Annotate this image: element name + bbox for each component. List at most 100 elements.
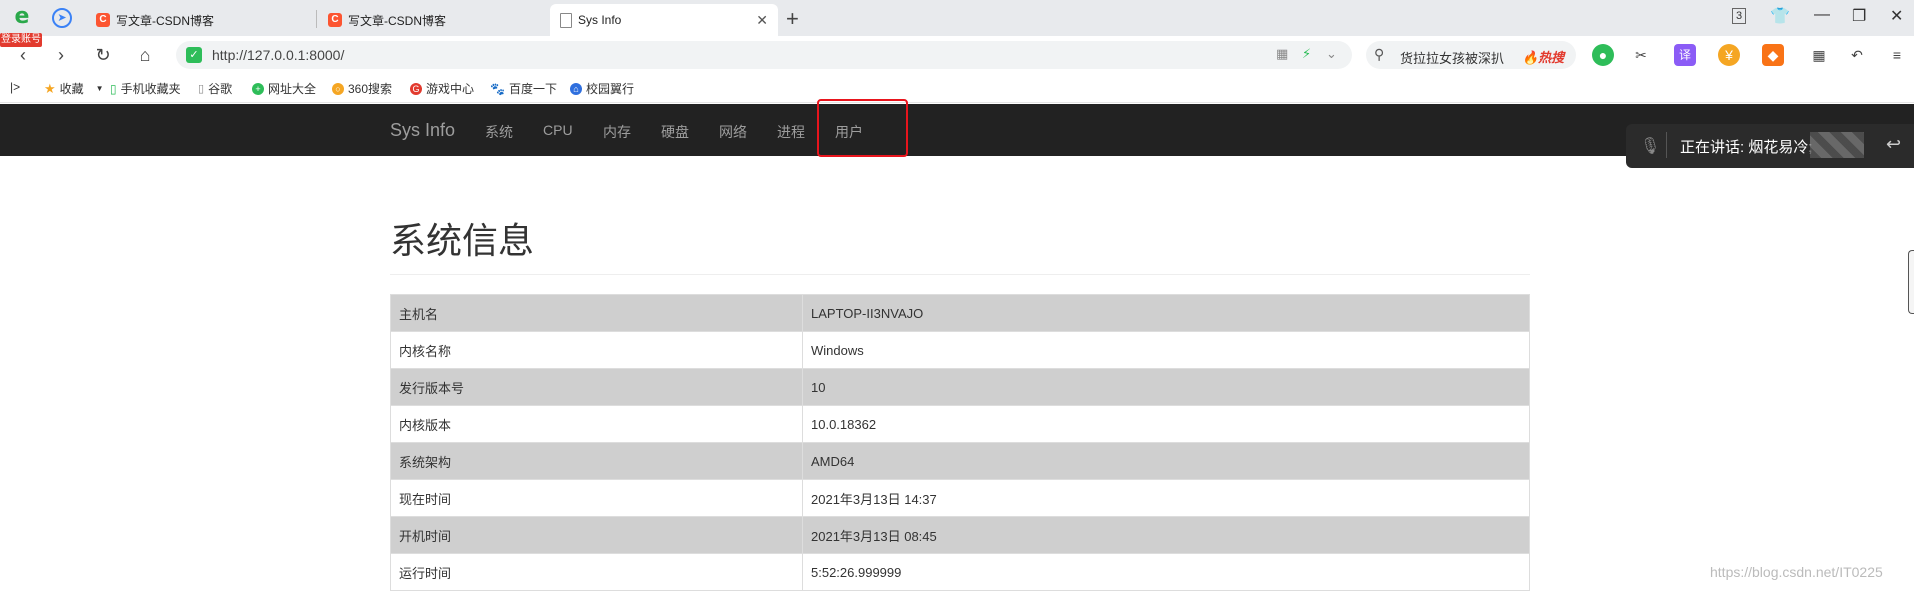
url-text[interactable]: http://127.0.0.1:8000/ [212,47,344,63]
bookmark-sites[interactable]: + 网址大全 [252,80,316,97]
bookmark-360[interactable]: ○ 360搜索 [332,80,392,97]
campus-icon: ⌂ [570,82,582,95]
page-title: 系统信息 [390,220,535,261]
search-suggestion[interactable]: 货拉拉女孩被深扒 [1400,48,1504,67]
browser-logo-icon[interactable]: e [10,6,34,30]
row-key: 发行版本号 [390,368,803,406]
bookmark-campus[interactable]: ⌂ 校园翼行 [570,80,634,97]
row-value: AMD64 [802,442,1530,480]
row-key: 开机时间 [390,516,803,554]
bookmark-favorites[interactable]: ★ 收藏 ▼ [44,80,104,97]
heading-divider [390,274,1530,275]
login-badge[interactable]: 登录账号 [0,33,42,47]
system-info-table: 主机名 LAPTOP-II3NVAJO 内核名称 Windows 发行版本号 1… [390,294,1530,591]
bookmark-label: 校园翼行 [586,82,635,96]
bookmark-mobile[interactable]: ▯ 手机收藏夹 [110,80,181,97]
bookmark-label: 网址大全 [268,82,317,96]
tab-csdn-2[interactable]: C 写文章-CSDN博客 [318,4,546,36]
side-panel-handle[interactable] [1908,250,1914,314]
star-icon: ★ [44,80,56,96]
tab-divider [316,10,317,28]
navbar-brand[interactable]: Sys Info [390,120,455,141]
undo-icon[interactable]: ↶ [1846,44,1868,66]
row-key: 系统架构 [390,442,803,480]
row-value: 5:52:26.999999 [802,553,1530,591]
scissors-icon[interactable]: ✂ [1630,44,1652,66]
nav-link-network[interactable]: 网络 [719,122,747,142]
coupon-icon[interactable]: ¥ [1718,44,1740,66]
nav-link-system[interactable]: 系统 [485,122,513,142]
tab-count-badge[interactable]: 3 [1732,8,1746,24]
bookmark-label: 谷歌 [208,82,233,96]
table-row: 发行版本号 10 [390,368,1530,406]
page-favicon-icon [560,12,572,28]
refresh-icon[interactable]: ↻ [92,44,114,66]
reply-icon[interactable]: ↩ [1886,134,1901,155]
qr-code-icon[interactable]: ▦ [1276,46,1288,62]
row-key: 现在时间 [390,479,803,517]
game-icon[interactable]: ◆ [1762,44,1784,66]
csdn-favicon-icon: C [328,13,342,27]
minimize-icon[interactable]: — [1814,6,1830,24]
forward-icon[interactable]: › [50,44,72,66]
bookmark-baidu[interactable]: 🐾 百度一下 [490,80,557,97]
search-icon[interactable]: ⚲ [1374,46,1384,63]
game-icon: G [410,82,422,95]
tab-label: Sys Info [578,13,622,27]
globe-icon: + [252,82,264,95]
table-row: 开机时间 2021年3月13日 08:45 [390,516,1530,554]
close-tab-icon[interactable]: ✕ [756,12,768,29]
table-row: 内核名称 Windows [390,331,1530,369]
close-window-icon[interactable]: ✕ [1890,6,1903,26]
bookmark-label: 百度一下 [508,82,557,96]
navigation-icon[interactable]: ➤ [52,8,72,28]
row-value: 10 [802,368,1530,406]
csdn-favicon-icon: C [96,13,110,27]
tab-label: 写文章-CSDN博客 [116,13,214,28]
chevron-down-icon[interactable]: ⌄ [1326,46,1337,62]
blurred-name [1810,132,1864,158]
nav-link-memory[interactable]: 内存 [603,122,631,142]
nav-link-process[interactable]: 进程 [777,122,805,142]
voice-divider [1666,132,1667,158]
page-icon: ▯ [198,83,205,95]
skin-icon[interactable]: 👕 [1770,6,1790,26]
row-value: 2021年3月13日 08:45 [802,516,1530,554]
apps-grid-icon[interactable]: ▦ [1808,44,1830,66]
address-bar[interactable] [176,41,1352,69]
nav-link-cpu[interactable]: CPU [543,122,573,138]
hot-search-label[interactable]: 🔥热搜 [1522,47,1564,66]
table-row: 系统架构 AMD64 [390,442,1530,480]
search-icon: ○ [332,82,344,95]
highlight-box [817,99,908,157]
phone-icon: ▯ [110,81,117,96]
bookmark-games[interactable]: G 游戏中心 [410,80,474,97]
table-row: 主机名 LAPTOP-II3NVAJO [390,294,1530,332]
watermark: https://blog.csdn.net/IT0225 [1710,564,1883,580]
translate-icon[interactable]: 译 [1674,44,1696,66]
wechat-icon[interactable]: ● [1592,44,1614,66]
sidebar-toggle-icon[interactable]: |> [10,80,20,94]
table-row: 内核版本 10.0.18362 [390,405,1530,443]
row-key: 内核名称 [390,331,803,369]
voice-status-text: 正在讲话: 烟花易冷; [1680,139,1813,156]
nav-link-disk[interactable]: 硬盘 [661,122,689,142]
row-key: 内核版本 [390,405,803,443]
restore-icon[interactable]: ❐ [1852,6,1866,26]
bookmark-label: 游戏中心 [426,82,475,96]
tab-sys-info[interactable]: Sys Info ✕ [550,4,778,36]
home-icon[interactable]: ⌂ [134,44,156,66]
row-value: LAPTOP-II3NVAJO [802,294,1530,332]
back-icon[interactable]: ‹ [12,44,34,66]
speed-mode-icon[interactable]: ⚡ [1302,46,1311,62]
security-shield-icon[interactable]: ✓ [186,47,202,63]
bookmark-google[interactable]: ▯ 谷歌 [198,80,232,97]
baidu-icon: 🐾 [490,81,505,96]
tab-csdn-1[interactable]: C 写文章-CSDN博客 [86,4,314,36]
mic-muted-icon[interactable]: 🎙 [1640,136,1660,156]
menu-icon[interactable]: ≡ [1886,44,1908,66]
bookmark-label: 手机收藏夹 [120,82,181,96]
new-tab-button[interactable]: + [786,6,799,32]
row-value: 2021年3月13日 14:37 [802,479,1530,517]
dropdown-icon: ▼ [95,84,104,93]
